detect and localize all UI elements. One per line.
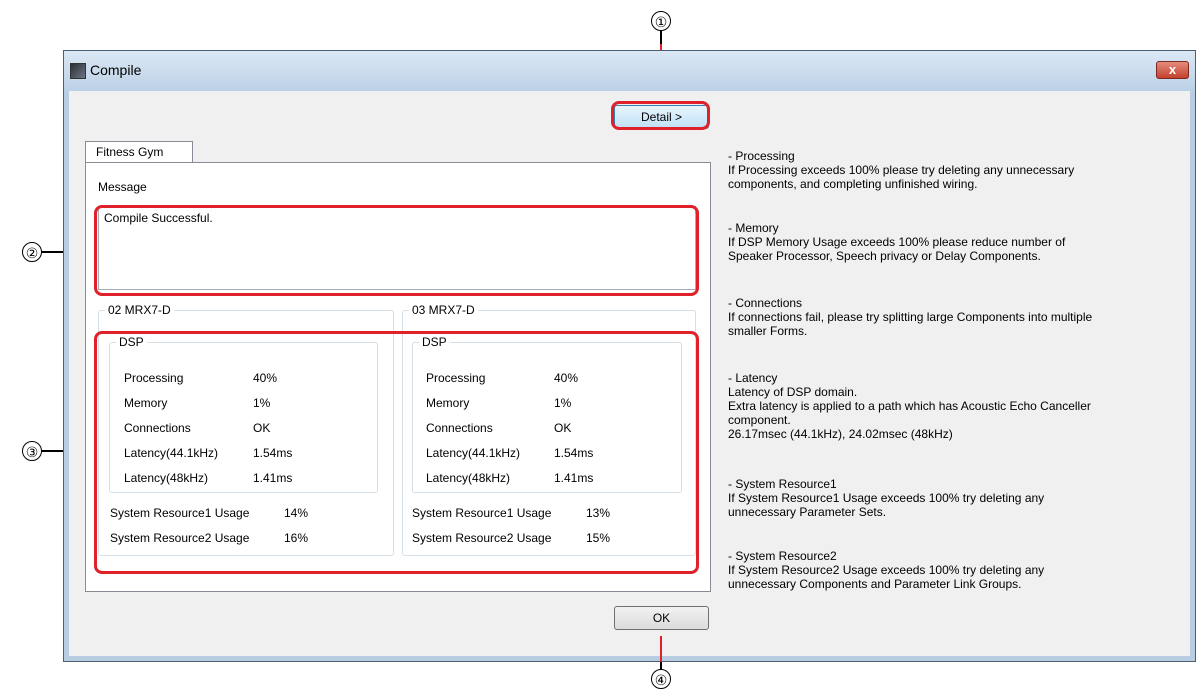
- message-label: Message: [98, 180, 147, 194]
- tab-fitness-gym[interactable]: Fitness Gym: [85, 141, 193, 163]
- window-title: Compile: [90, 62, 142, 78]
- callout-4-leader-red: [660, 636, 662, 662]
- callout-1-leader: [660, 31, 662, 44]
- help-connections: - Connections If connections fail, please…: [728, 296, 1093, 338]
- help-processing: - Processing If Processing exceeds 100% p…: [728, 149, 1075, 191]
- title-bar[interactable]: Compile x: [64, 51, 1195, 91]
- callout-4: ④: [651, 669, 671, 689]
- ok-button[interactable]: OK: [614, 606, 709, 630]
- highlight-message-box: [94, 205, 699, 296]
- callout-2: ②: [22, 242, 42, 262]
- highlight-unit-groups: [94, 331, 699, 574]
- highlight-detail-button: [611, 101, 710, 130]
- callout-3: ③: [22, 441, 42, 461]
- unit-name: 02 MRX7-D: [108, 303, 171, 317]
- callout-1: ①: [651, 11, 671, 31]
- app-icon: [70, 63, 86, 79]
- help-memory: - Memory If DSP Memory Usage exceeds 100%…: [728, 221, 1066, 263]
- callout-4-leader: [660, 662, 662, 669]
- close-button[interactable]: x: [1156, 61, 1189, 79]
- help-system-resource2: - System Resource2 If System Resource2 Us…: [728, 549, 1045, 591]
- help-system-resource1: - System Resource1 If System Resource1 Us…: [728, 477, 1045, 519]
- unit-name: 03 MRX7-D: [412, 303, 475, 317]
- help-latency: - Latency Latency of DSP domain. Extra lat…: [728, 371, 1091, 441]
